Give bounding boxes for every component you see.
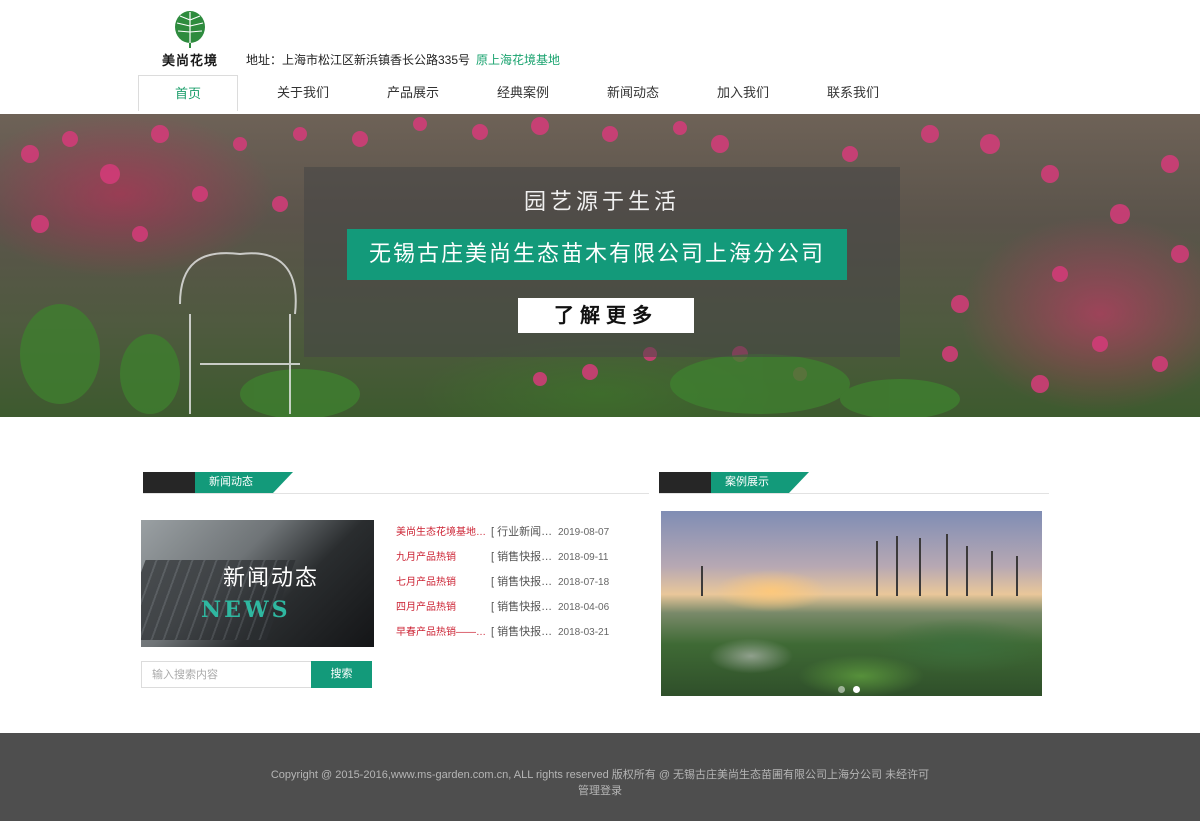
slide-dot-active[interactable] (853, 686, 860, 693)
search-button[interactable]: 搜索 (311, 661, 372, 688)
admin-login-link[interactable]: 管理登录 (0, 782, 1200, 798)
address-highlight: 原上海花境基地 (476, 53, 561, 67)
section-title-arrow (273, 472, 293, 493)
garden-foreground (661, 606, 1042, 696)
news-item-title[interactable]: 四月产品热销 (396, 599, 489, 616)
section-divider (659, 493, 1049, 494)
news-item-category[interactable]: [ 销售快报 ... (491, 624, 553, 641)
news-item-category[interactable]: [ 销售快报 ... (491, 599, 553, 616)
tree-silhouette (1016, 556, 1018, 596)
nav-item-about[interactable]: 关于我们 (248, 75, 358, 111)
nav-item-contact[interactable]: 联系我们 (798, 75, 908, 111)
news-item-category[interactable]: [ 销售快报 ... (491, 549, 553, 566)
address-line: 地址：上海市松江区新浜镇香长公路335号 原上海花境基地 (246, 51, 560, 68)
logo-text: 美尚花境 (161, 54, 218, 69)
learn-more-button[interactable]: 了解更多 (518, 298, 694, 333)
tree-silhouette (991, 551, 993, 596)
leaf-logo-icon (175, 11, 205, 48)
tree-silhouette (946, 534, 948, 596)
news-list-item: 七月产品热销 [ 销售快报 ... 2018-07-18 (396, 574, 626, 599)
news-list-item: 早春产品热销——花... [ 销售快报 ... 2018-03-21 (396, 624, 626, 649)
tree-silhouette (966, 546, 968, 596)
news-banner-image[interactable]: 新闻动态 NEWS (141, 520, 374, 647)
tree-silhouette (919, 538, 921, 596)
copyright-text: Copyright @ 2015-2016,www.ms-garden.com.… (270, 769, 930, 781)
news-list: 美尚生态花境基地参... [ 行业新闻 ... 2019-08-07 九月产品热… (396, 524, 626, 649)
section-divider (143, 493, 649, 494)
section-title-dark-block (143, 472, 195, 493)
nav-item-cases[interactable]: 经典案例 (468, 75, 578, 111)
site-header: 美尚花境 地址：上海市松江区新浜镇香长公路335号 原上海花境基地 (0, 0, 1200, 76)
news-section-title: 新闻动态 (143, 472, 649, 494)
news-list-item: 四月产品热销 [ 销售快报 ... 2018-04-06 (396, 599, 626, 624)
main-nav: 首页 关于我们 产品展示 经典案例 新闻动态 加入我们 联系我们 (138, 75, 1062, 111)
section-title-dark-block (659, 472, 711, 493)
case-section-label: 案例展示 (711, 472, 789, 493)
news-image-subtitle: NEWS (201, 597, 291, 623)
case-slideshow-image[interactable] (661, 511, 1042, 696)
news-item-date: 2019-08-07 (558, 527, 610, 538)
news-item-date: 2018-04-06 (558, 602, 610, 613)
tree-silhouette (701, 566, 703, 596)
news-item-title[interactable]: 七月产品热销 (396, 574, 489, 591)
news-list-item: 九月产品热销 [ 销售快报 ... 2018-09-11 (396, 549, 626, 574)
tree-silhouette (876, 541, 878, 596)
nav-item-home[interactable]: 首页 (138, 75, 238, 111)
site-logo[interactable]: 美尚花境 (156, 10, 224, 69)
slide-dot[interactable] (838, 686, 845, 693)
news-item-date: 2018-09-11 (558, 552, 609, 563)
news-item-title[interactable]: 九月产品热销 (396, 549, 489, 566)
section-title-arrow (789, 472, 809, 493)
slideshow-dots (838, 686, 860, 693)
site-footer: Copyright @ 2015-2016,www.ms-garden.com.… (0, 733, 1200, 821)
news-image-title: 新闻动态 (223, 566, 320, 591)
news-item-title[interactable]: 早春产品热销——花... (396, 624, 489, 641)
case-section-title: 案例展示 (659, 472, 1049, 494)
hero-banner: 园艺源于生活 无锡古庄美尚生态苗木有限公司上海分公司 了解更多 (0, 114, 1200, 417)
news-item-category[interactable]: [ 行业新闻 ... (491, 524, 553, 541)
banner-company-name: 无锡古庄美尚生态苗木有限公司上海分公司 (347, 229, 847, 280)
news-item-date: 2018-03-21 (558, 627, 610, 638)
tree-silhouette (896, 536, 898, 596)
news-section-label: 新闻动态 (195, 472, 273, 493)
address-text: 地址：上海市松江区新浜镇香长公路335号 (246, 53, 471, 67)
news-item-title[interactable]: 美尚生态花境基地参... (396, 524, 489, 541)
news-item-date: 2018-07-18 (558, 577, 610, 588)
news-list-item: 美尚生态花境基地参... [ 行业新闻 ... 2019-08-07 (396, 524, 626, 549)
nav-item-news[interactable]: 新闻动态 (578, 75, 688, 111)
nav-item-join[interactable]: 加入我们 (688, 75, 798, 111)
nav-item-products[interactable]: 产品展示 (358, 75, 468, 111)
banner-slogan: 园艺源于生活 (523, 190, 680, 215)
search-input[interactable] (141, 661, 311, 688)
news-item-category[interactable]: [ 销售快报 ... (491, 574, 553, 591)
